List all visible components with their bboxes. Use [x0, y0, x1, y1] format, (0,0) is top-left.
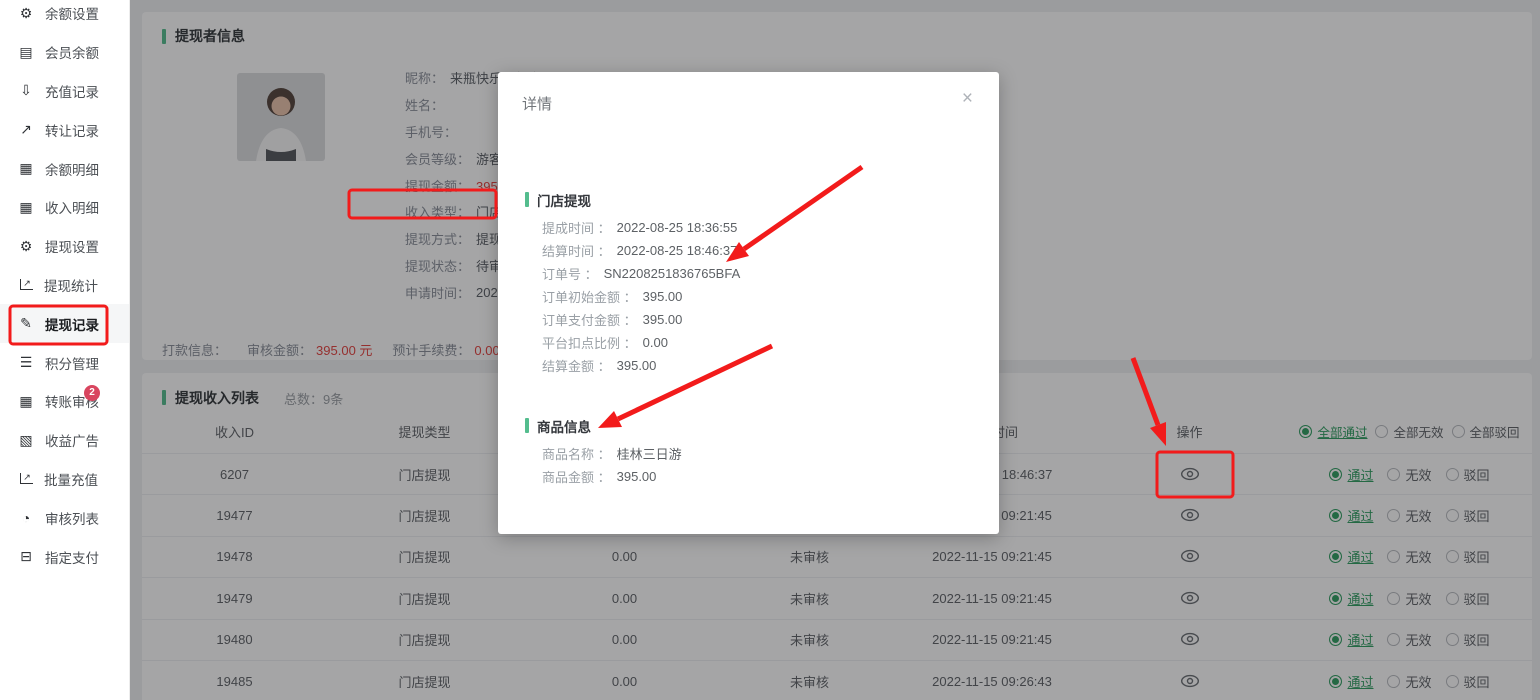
sidebar-menu: ⚙ 余额设置 ▤ 会员余额 ⇩ 充值记录 ↗ 转让记录 ▦ 余额明细 ▦ 收入明细 ⚙ 提现设置 ↗ 提现统计… [0, 0, 129, 576]
sidebar-item-income-detail[interactable]: ▦ 收入明细 [0, 188, 129, 227]
detail-value: 2022-08-25 18:46:37 [617, 243, 738, 258]
sidebar: ⚙ 余额设置 ▤ 会员余额 ⇩ 充值记录 ↗ 转让记录 ▦ 余额明细 ▦ 收入明细 ⚙ 提现设置 ↗ 提现统计… [0, 0, 130, 700]
sidebar-item-label: 提现统计 [44, 275, 98, 295]
modal-detail-row: 订单支付金额 ： 395.00 [542, 308, 975, 331]
detail-label: 商品名称 ： [542, 444, 611, 463]
sidebar-item-label: 会员余额 [45, 42, 99, 62]
modal-title: 详情 [522, 93, 552, 114]
detail-value: 0.00 [643, 335, 668, 350]
modal-body: 门店提现提成时间 ： 2022-08-25 18:36:55 结算时间 ： 2022-… [525, 191, 975, 488]
detail-value: 桂林三日游 [617, 444, 682, 463]
sidebar-item-withdraw-stats[interactable]: ↗ 提现统计 [0, 266, 129, 305]
document-icon: ▦ [18, 160, 34, 177]
notification-badge: 2 [84, 385, 100, 401]
green-bar [525, 418, 529, 433]
sidebar-item-withdraw-settings[interactable]: ⚙ 提现设置 [0, 227, 129, 266]
green-bar [525, 192, 529, 207]
modal-detail-row: 商品金额 ： 395.00 [542, 465, 975, 488]
sidebar-item-label: 收益广告 [45, 430, 99, 450]
book-icon: ▤ [18, 44, 34, 61]
detail-label: 平台扣点比例 ： [542, 333, 637, 352]
sidebar-item-batch-recharge[interactable]: ↗ 批量充值 [0, 460, 129, 499]
sidebar-item-label: 余额明细 [45, 159, 99, 179]
chart-line-icon: ↗ [20, 279, 33, 290]
chart-line-icon: ↗ [20, 473, 33, 484]
sidebar-item-recharge-records[interactable]: ⇩ 充值记录 [0, 72, 129, 111]
detail-label: 商品金额 ： [542, 467, 611, 486]
modal-section: 商品信息商品名称 ： 桂林三日游商品金额 ： 395.00 [525, 417, 975, 488]
gear-icon: ⚙ [18, 238, 34, 255]
pencil-icon: ✎ [18, 315, 34, 332]
modal-detail-row: 订单号 ： SN2208251836765BFA [542, 262, 975, 285]
sidebar-item-transfer-records[interactable]: ↗ 转让记录 [0, 110, 129, 149]
detail-value: 2022-08-25 18:36:55 [617, 220, 738, 235]
modal-detail-row: 结算时间 ： 2022-08-25 18:46:37 [542, 239, 975, 262]
sidebar-item-label: 充值记录 [45, 81, 99, 101]
download-icon: ⇩ [18, 82, 34, 99]
coins-icon: ☰ [18, 354, 34, 371]
detail-value: 395.00 [617, 358, 657, 373]
sidebar-item-label: 提现记录 [45, 314, 99, 334]
sidebar-item-label: 积分管理 [45, 353, 99, 373]
close-icon[interactable]: × [956, 86, 979, 112]
document-icon: ▦ [18, 199, 34, 216]
modal-section-items: 商品名称 ： 桂林三日游商品金额 ： 395.00 [542, 442, 975, 488]
detail-label: 结算时间 ： [542, 241, 611, 260]
sidebar-item-label: 审核列表 [45, 508, 99, 528]
image-icon: ▧ [18, 432, 34, 449]
detail-label: 结算金额 ： [542, 356, 611, 375]
sidebar-item-review-list[interactable]: ◔ 审核列表 [0, 498, 129, 537]
sidebar-item-withdraw-records[interactable]: ✎ 提现记录 [0, 304, 129, 343]
app: ⚙ 余额设置 ▤ 会员余额 ⇩ 充值记录 ↗ 转让记录 ▦ 余额明细 ▦ 收入明细 ⚙ 提现设置 ↗ 提现统计… [0, 0, 1540, 700]
detail-value: 395.00 [617, 469, 657, 484]
sidebar-item-balance-settings[interactable]: ⚙ 余额设置 [0, 0, 129, 33]
detail-label: 提成时间 ： [542, 218, 611, 237]
sidebar-item-label: 批量充值 [44, 469, 98, 489]
modal-detail-row: 平台扣点比例 ： 0.00 [542, 331, 975, 354]
modal-section-items: 提成时间 ： 2022-08-25 18:36:55 结算时间 ： 2022-08-2… [542, 216, 975, 377]
sidebar-item-designated-pay[interactable]: ⊟ 指定支付 [0, 537, 129, 576]
sidebar-item-revenue-ads[interactable]: ▧ 收益广告 [0, 421, 129, 460]
sidebar-item-label: 转让记录 [45, 120, 99, 140]
modal-detail-row: 提成时间 ： 2022-08-25 18:36:55 [542, 216, 975, 239]
modal-section-title-text: 门店提现 [537, 190, 591, 210]
modal-section-title: 门店提现 [525, 191, 975, 208]
document-icon: ▦ [18, 393, 34, 410]
sidebar-item-points-management[interactable]: ☰ 积分管理 [0, 343, 129, 382]
detail-value: SN2208251836765BFA [604, 266, 741, 281]
detail-label: 订单初始金额 ： [542, 287, 637, 306]
modal-section-title-text: 商品信息 [537, 416, 591, 436]
card-icon: ⊟ [18, 548, 34, 565]
sidebar-item-balance-detail[interactable]: ▦ 余额明细 [0, 149, 129, 188]
detail-value: 395.00 [643, 289, 683, 304]
detail-modal: 详情 × 门店提现提成时间 ： 2022-08-25 18:36:55 结算时间 ：… [498, 72, 999, 534]
modal-section: 门店提现提成时间 ： 2022-08-25 18:36:55 结算时间 ： 2022-… [525, 191, 975, 377]
modal-detail-row: 结算金额 ： 395.00 [542, 354, 975, 377]
sidebar-item-label: 指定支付 [45, 547, 99, 567]
sidebar-item-member-balance[interactable]: ▤ 会员余额 [0, 33, 129, 72]
modal-detail-row: 商品名称 ： 桂林三日游 [542, 442, 975, 465]
gauge-icon: ◔ [18, 510, 34, 526]
share-icon: ↗ [18, 121, 34, 138]
modal-detail-row: 订单初始金额 ： 395.00 [542, 285, 975, 308]
sidebar-item-transfer-review[interactable]: ▦转账审核2 [0, 382, 129, 421]
detail-label: 订单号 ： [542, 264, 598, 283]
modal-section-title: 商品信息 [525, 417, 975, 434]
content-area: 提现者信息 昵称：来瓶快乐肥仔水姓名：手机号：会员等级：游客提现金额：395.0… [130, 0, 1540, 700]
sidebar-item-label: 提现设置 [45, 236, 99, 256]
detail-label: 订单支付金额 ： [542, 310, 637, 329]
sidebar-item-label: 余额设置 [45, 3, 99, 23]
gear-icon: ⚙ [18, 5, 34, 22]
sidebar-item-label: 收入明细 [45, 197, 99, 217]
detail-value: 395.00 [643, 312, 683, 327]
